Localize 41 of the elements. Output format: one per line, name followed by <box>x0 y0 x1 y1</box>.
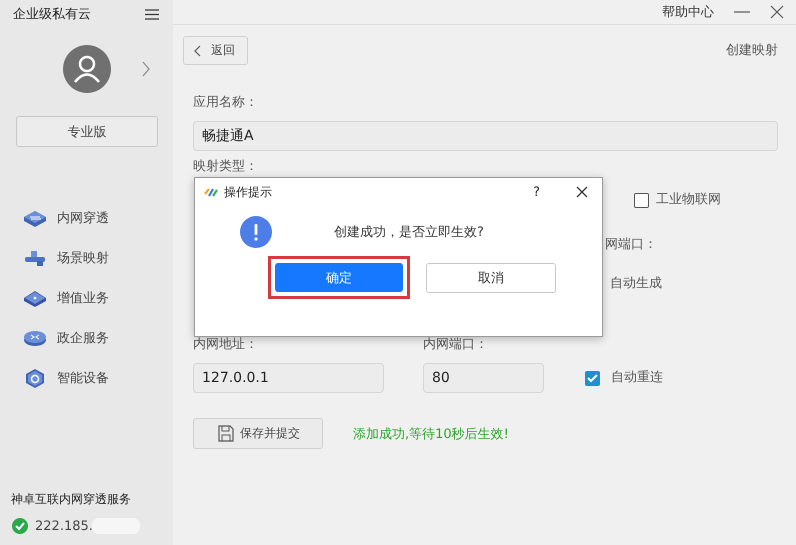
dialog-message: 创建成功，是否立即生效? <box>334 224 484 241</box>
service-label: 神卓互联内网穿透服务 <box>11 491 132 508</box>
app-name-label: 应用名称： <box>193 94 258 112</box>
dialog-title: 操作提示 <box>224 184 273 200</box>
save-button[interactable]: 保存并提交 <box>193 418 323 449</box>
app-name-field[interactable]: 畅捷通A <box>193 121 778 151</box>
nav-item[interactable]: 内网穿透 <box>57 209 109 227</box>
confirm-button[interactable]: 确定 <box>275 263 403 292</box>
page-title: 创建映射 <box>726 42 778 60</box>
chevron-left-icon <box>194 44 201 56</box>
check-circle-icon <box>12 518 28 534</box>
edition-button[interactable]: 专业版 <box>16 116 158 147</box>
app-title: 企业级私有云 <box>13 6 91 23</box>
logo-icon <box>204 186 218 198</box>
status-message: 添加成功,等待10秒后生效! <box>353 426 509 442</box>
help-center-link[interactable]: 帮助中心 <box>662 3 714 21</box>
info-icon <box>240 216 272 248</box>
avatar-icon[interactable] <box>63 45 111 93</box>
mapping-type-label: 映射类型： <box>193 158 258 176</box>
lan-port-label: 内网端口： <box>423 336 488 354</box>
nav-item[interactable]: 场景映射 <box>57 249 109 267</box>
lan-port-field[interactable]: 80 <box>423 363 544 393</box>
close-icon[interactable] <box>770 5 784 19</box>
close-icon[interactable] <box>576 186 588 198</box>
checkbox[interactable] <box>585 370 600 386</box>
checkbox-label: 自动重连 <box>611 369 663 387</box>
nav-item[interactable]: 政企服务 <box>57 329 109 347</box>
chevron-right-icon[interactable] <box>141 61 151 77</box>
checkbox-label: 工业物联网 <box>656 191 721 209</box>
nav-item[interactable]: 增值业务 <box>57 289 109 307</box>
back-button[interactable]: 返回 <box>183 36 248 65</box>
nav-item[interactable]: 智能设备 <box>57 369 109 387</box>
menu-icon[interactable] <box>145 8 159 20</box>
checkbox[interactable] <box>634 192 649 208</box>
auto-generate-label: 自动生成 <box>610 275 662 293</box>
ip-address: 222.185. <box>35 518 93 534</box>
lan-address-label: 内网地址： <box>193 336 259 354</box>
port-label: 网端口： <box>605 236 657 254</box>
help-button[interactable]: ? <box>533 184 540 200</box>
cancel-button[interactable]: 取消 <box>426 262 556 292</box>
lan-address-field[interactable]: 127.0.0.1 <box>193 363 384 393</box>
